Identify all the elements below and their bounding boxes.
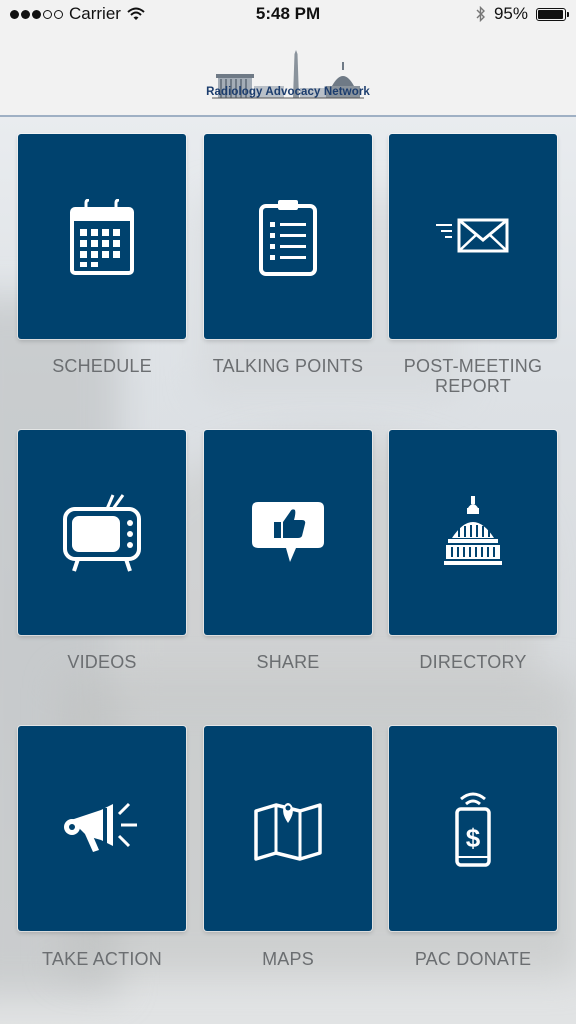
thumbs-up-bubble-icon bbox=[252, 501, 324, 562]
post-meeting-report-label: POST-MEETING REPORT bbox=[378, 356, 568, 396]
clipboard-list-icon bbox=[259, 199, 317, 276]
directory-label: DIRECTORY bbox=[419, 652, 527, 672]
megaphone-icon bbox=[64, 802, 137, 852]
take-action-button[interactable] bbox=[18, 726, 186, 931]
directory-button[interactable] bbox=[389, 430, 557, 635]
post-meeting-label-line2: REPORT bbox=[435, 376, 511, 396]
capitol-dome-icon bbox=[444, 495, 502, 565]
svg-text:$: $ bbox=[466, 823, 481, 853]
schedule-button[interactable] bbox=[18, 134, 186, 339]
menu-grid: SCHEDULE TALKING POINTS POST-MEETING REP… bbox=[0, 0, 576, 1024]
take-action-label: TAKE ACTION bbox=[42, 949, 162, 969]
videos-button[interactable] bbox=[18, 430, 186, 635]
pac-donate-button[interactable]: $ bbox=[389, 726, 557, 931]
share-label: SHARE bbox=[256, 652, 320, 672]
pac-donate-label: PAC DONATE bbox=[414, 949, 532, 969]
maps-button[interactable] bbox=[204, 726, 372, 931]
tv-icon bbox=[63, 493, 141, 572]
post-meeting-label-line1: POST-MEETING bbox=[403, 356, 543, 376]
videos-label: VIDEOS bbox=[67, 652, 137, 672]
phone-dollar-icon: $ bbox=[455, 792, 491, 867]
talking-points-button[interactable] bbox=[204, 134, 372, 339]
share-button[interactable] bbox=[204, 430, 372, 635]
schedule-label: SCHEDULE bbox=[52, 356, 152, 376]
map-pin-icon bbox=[254, 802, 322, 861]
talking-points-label: TALKING POINTS bbox=[212, 356, 364, 376]
mail-send-icon bbox=[436, 218, 509, 252]
post-meeting-report-button[interactable] bbox=[389, 134, 557, 339]
maps-label: MAPS bbox=[262, 949, 314, 969]
calendar-icon bbox=[70, 198, 134, 275]
